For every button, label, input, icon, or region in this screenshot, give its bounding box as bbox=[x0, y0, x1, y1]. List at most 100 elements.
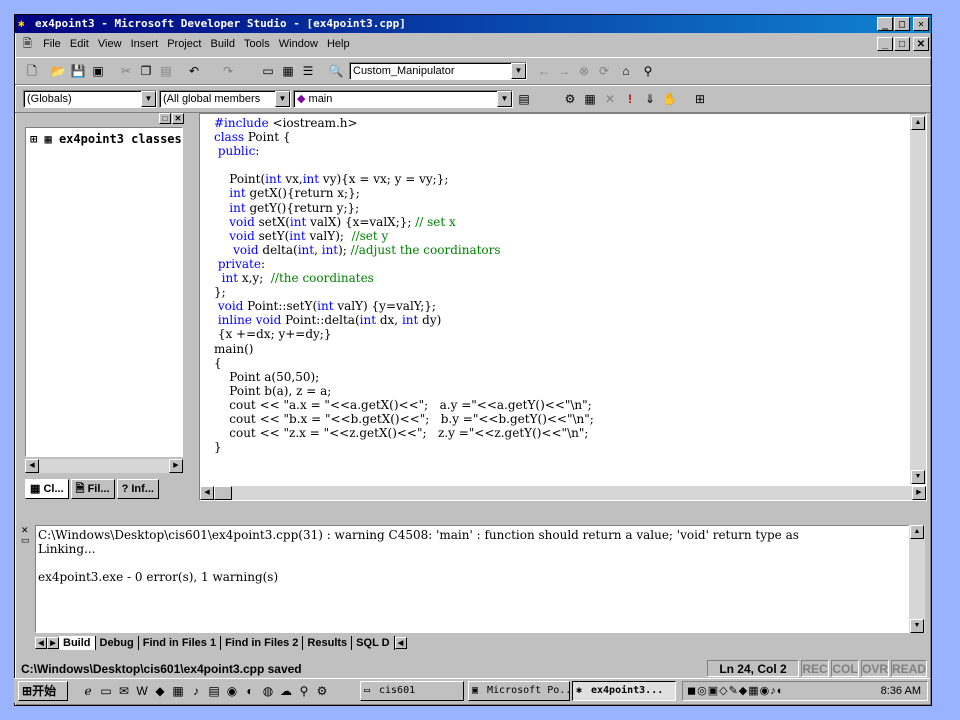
editor-vertical-scrollbar[interactable]: ▲ ▼ bbox=[910, 114, 926, 484]
tab-file-view[interactable]: 🗎 Fil... bbox=[70, 479, 115, 499]
scope-combo[interactable]: (Globals) ▼ bbox=[23, 90, 157, 108]
tab-debug[interactable]: Debug bbox=[96, 636, 139, 650]
refresh-icon[interactable]: ⟳ bbox=[595, 62, 613, 80]
output-vertical-scrollbar[interactable]: ▲ ▼ bbox=[909, 525, 925, 633]
wizardbar-action-icon[interactable]: ▤ bbox=[515, 90, 533, 108]
copy-icon[interactable]: ❐ bbox=[137, 62, 155, 80]
find-combo-dropdown-icon[interactable]: ▼ bbox=[511, 63, 526, 79]
editor-gutter[interactable] bbox=[200, 114, 210, 484]
code-editor[interactable]: #include <iostream.h> class Point { publ… bbox=[199, 113, 927, 501]
go-icon[interactable]: ⇓ bbox=[641, 90, 659, 108]
menu-file[interactable]: File bbox=[40, 35, 64, 53]
scroll-right-icon[interactable]: ▶ bbox=[169, 459, 183, 473]
menu-tools[interactable]: Tools bbox=[241, 35, 273, 53]
output-window-icon[interactable]: ▦ bbox=[279, 62, 297, 80]
clock[interactable]: 8:36 AM bbox=[881, 682, 921, 700]
editor-scroll-thumb[interactable] bbox=[214, 486, 232, 500]
tab-build[interactable]: Build bbox=[59, 636, 96, 650]
quicklaunch-desktop-icon[interactable]: ▭ bbox=[98, 683, 114, 699]
cut-icon[interactable]: ✂ bbox=[117, 62, 135, 80]
menu-window[interactable]: Window bbox=[276, 35, 321, 53]
devstudio-app-icon[interactable]: ✱ bbox=[18, 18, 31, 30]
doc-minimize-button[interactable]: _ bbox=[877, 37, 893, 51]
menu-help[interactable]: Help bbox=[324, 35, 353, 53]
save-icon[interactable]: 💾 bbox=[69, 62, 87, 80]
tab-find-in-files-1[interactable]: Find in Files 1 bbox=[139, 636, 222, 650]
quicklaunch-explorer-icon[interactable]: ▤ bbox=[206, 683, 222, 699]
tray-icons[interactable]: ◼◎▣◇✎◆▦◉♪◐ bbox=[687, 684, 784, 697]
tab-results[interactable]: Results bbox=[303, 636, 353, 650]
editor-scroll-right-icon[interactable]: ▶ bbox=[912, 486, 926, 500]
back-arrow-icon[interactable]: ← bbox=[535, 62, 553, 80]
task-powerpoint[interactable]: ▣ Microsoft Po... bbox=[468, 681, 570, 701]
menu-build[interactable]: Build bbox=[208, 35, 238, 53]
workspace-icon[interactable]: ▭ bbox=[259, 62, 277, 80]
menu-edit[interactable]: Edit bbox=[67, 35, 92, 53]
quicklaunch-access-icon[interactable]: ◆ bbox=[152, 683, 168, 699]
start-button[interactable]: ⊞开始 bbox=[18, 681, 68, 701]
output-close-icon[interactable]: ✕ ▭ bbox=[21, 525, 33, 545]
forward-arrow-icon[interactable]: → bbox=[555, 62, 573, 80]
maximize-button[interactable]: □ bbox=[894, 17, 910, 31]
menu-insert[interactable]: Insert bbox=[128, 35, 162, 53]
editor-horizontal-scrollbar[interactable]: ◀ ▶ bbox=[200, 486, 926, 500]
tab-find-in-files-2[interactable]: Find in Files 2 bbox=[221, 636, 304, 650]
stop-build-icon[interactable]: ✕ bbox=[601, 90, 619, 108]
tabs-scroll-right-icon[interactable]: ▶ bbox=[47, 637, 59, 649]
close-button[interactable]: ✕ bbox=[913, 17, 929, 31]
compile-icon[interactable]: ⚙ bbox=[561, 90, 579, 108]
quicklaunch-network-icon[interactable]: ◉ bbox=[224, 683, 240, 699]
stop-icon[interactable]: ⊗ bbox=[575, 62, 593, 80]
home-icon[interactable]: ⌂ bbox=[617, 62, 635, 80]
customize-icon[interactable]: ⊞ bbox=[691, 90, 709, 108]
new-text-file-icon[interactable]: 🗋 bbox=[23, 62, 41, 80]
binoculars-icon[interactable]: ⚲ bbox=[639, 62, 657, 80]
output-hscroll-left-icon[interactable]: ◀ bbox=[394, 637, 407, 649]
minimize-button[interactable]: _ bbox=[877, 17, 893, 31]
scope-combo-dropdown-icon[interactable]: ▼ bbox=[141, 91, 156, 107]
undo-icon[interactable]: ↶ bbox=[185, 62, 203, 80]
quicklaunch-excel-icon[interactable]: ▦ bbox=[170, 683, 186, 699]
tab-sql-debugging[interactable]: SQL D bbox=[352, 636, 395, 650]
scroll-left-icon[interactable]: ◀ bbox=[25, 459, 39, 473]
tab-info-view[interactable]: ? Inf... bbox=[116, 479, 159, 499]
quicklaunch-media-icon[interactable]: ◐ bbox=[242, 683, 258, 699]
doc-close-button[interactable]: ✕ bbox=[913, 37, 929, 51]
open-icon[interactable]: 📂 bbox=[49, 62, 67, 80]
task-cis601[interactable]: ▭ cis601 bbox=[360, 681, 464, 701]
find-combo[interactable]: Custom_Manipulator ▼ bbox=[349, 62, 527, 80]
build-icon[interactable]: ▦ bbox=[581, 90, 599, 108]
scroll-up-icon[interactable]: ▲ bbox=[911, 116, 925, 130]
redo-icon[interactable]: ↷ bbox=[219, 62, 237, 80]
source-code[interactable]: #include <iostream.h> class Point { publ… bbox=[214, 116, 594, 454]
members-combo-dropdown-icon[interactable]: ▼ bbox=[275, 91, 290, 107]
tab-class-view[interactable]: ▦ Cl... bbox=[25, 479, 69, 499]
class-view-tree[interactable]: ⊞ ▦ ex4point3 classes bbox=[25, 127, 183, 457]
function-combo-dropdown-icon[interactable]: ▼ bbox=[497, 91, 512, 107]
save-all-icon[interactable]: ▣ bbox=[89, 62, 107, 80]
workspace-restore-button[interactable]: □ bbox=[159, 113, 171, 124]
doc-restore-button[interactable]: □ bbox=[894, 37, 910, 51]
quicklaunch-search-icon[interactable]: ⚲ bbox=[296, 683, 312, 699]
function-combo[interactable]: ◆ main ▼ bbox=[293, 90, 513, 108]
quicklaunch-ie-icon[interactable]: ℯ bbox=[80, 683, 96, 699]
task-devstudio[interactable]: ✱ ex4point3... bbox=[572, 681, 676, 701]
output-scroll-up-icon[interactable]: ▲ bbox=[910, 525, 924, 539]
workspace-horizontal-scrollbar[interactable]: ◀ ▶ bbox=[25, 459, 183, 473]
window-list-icon[interactable]: ☰ bbox=[299, 62, 317, 80]
menu-project[interactable]: Project bbox=[164, 35, 204, 53]
expand-icon[interactable]: ⊞ bbox=[30, 132, 37, 146]
build-output[interactable]: C:\Windows\Desktop\cis601\ex4point3.cpp(… bbox=[35, 525, 909, 633]
breakpoint-hand-icon[interactable]: ✋ bbox=[661, 90, 679, 108]
members-combo[interactable]: (All global members ▼ bbox=[159, 90, 291, 108]
workspace-close-button[interactable]: ✕ bbox=[172, 113, 184, 124]
quicklaunch-word-icon[interactable]: W bbox=[134, 683, 150, 699]
tabs-scroll-left-icon[interactable]: ◀ bbox=[35, 637, 47, 649]
menu-view[interactable]: View bbox=[95, 35, 125, 53]
quicklaunch-chat-icon[interactable]: ☁ bbox=[278, 683, 294, 699]
tree-item-classes[interactable]: ⊞ ▦ ex4point3 classes bbox=[30, 132, 182, 146]
scroll-down-icon[interactable]: ▼ bbox=[911, 470, 925, 484]
document-icon[interactable]: 🗎 bbox=[23, 35, 35, 53]
quicklaunch-outlook-icon[interactable]: ✉ bbox=[116, 683, 132, 699]
paste-icon[interactable]: ▤ bbox=[157, 62, 175, 80]
